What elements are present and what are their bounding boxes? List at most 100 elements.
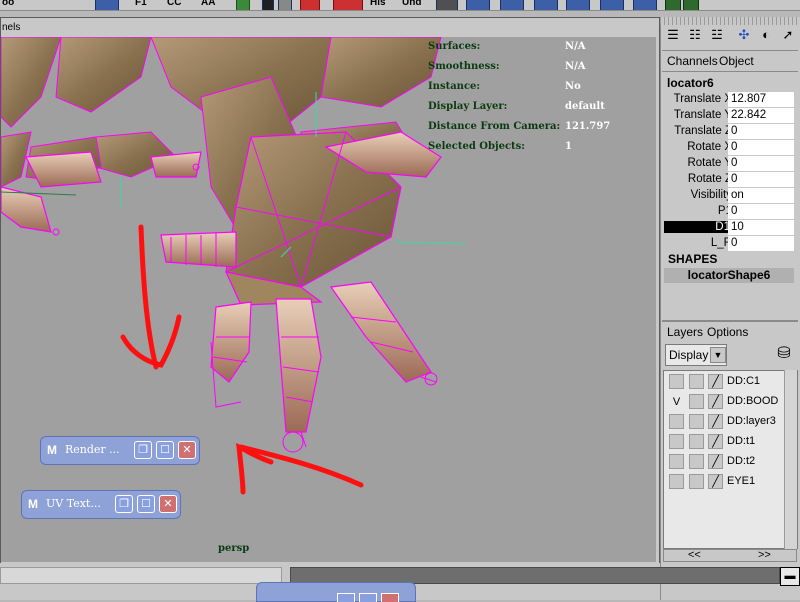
chevron-down-icon[interactable]: ▼ xyxy=(710,347,726,363)
toolbar-tool-icon[interactable] xyxy=(95,0,119,10)
attr-value-field[interactable]: 22.842 xyxy=(728,108,794,123)
menu-object[interactable]: Object xyxy=(719,54,754,68)
channel-box-list-icon[interactable]: ☰ xyxy=(664,26,682,44)
attr-visibility[interactable]: Visibility on xyxy=(664,188,794,204)
maximize-button[interactable]: ☐ xyxy=(137,495,155,513)
attr-value-field[interactable]: 0 xyxy=(728,204,794,219)
toolbar-button-oo[interactable]: oo xyxy=(2,0,14,9)
toolbar-button-cc[interactable]: CC xyxy=(167,0,181,9)
close-button[interactable]: ✕ xyxy=(178,441,196,459)
move-tool-icon[interactable]: ➚ xyxy=(779,26,797,44)
attr-translate-y[interactable]: Translate Y 22.842 xyxy=(664,108,794,124)
display-select[interactable]: Display ▼ xyxy=(665,344,727,366)
attr-value-field[interactable]: 0 xyxy=(728,124,794,139)
toolbar-tool-icon[interactable] xyxy=(436,0,458,10)
toolbar-green-icon[interactable] xyxy=(236,0,250,10)
layer-row[interactable]: ╱ DD:t1 xyxy=(667,433,795,451)
toolbar-button-history[interactable]: His xyxy=(370,0,386,9)
layer-display-type-toggle[interactable]: ╱ xyxy=(708,394,723,409)
attr-p1[interactable]: P1 0 xyxy=(664,204,794,220)
channel-box-layers-icon[interactable]: ☳ xyxy=(708,26,726,44)
layer-row[interactable]: V ╱ DD:BOOD xyxy=(667,393,795,411)
menu-channels[interactable]: Channels xyxy=(667,54,718,68)
layer-visibility-toggle[interactable]: V xyxy=(669,394,684,409)
attr-rotate-x[interactable]: Rotate X0 xyxy=(664,140,794,156)
panel-grip[interactable] xyxy=(660,17,800,25)
attr-value-field[interactable]: 12.807 xyxy=(728,92,794,107)
layer-display-type-toggle[interactable]: ╱ xyxy=(708,374,723,389)
uv-texture-window[interactable]: M UV Text... ❐ ☐ ✕ xyxy=(21,490,181,519)
close-button[interactable] xyxy=(381,593,399,602)
toolbar-render-icon[interactable] xyxy=(333,0,363,10)
attr-value-field[interactable]: on xyxy=(728,188,794,203)
layer-playback-toggle[interactable] xyxy=(689,474,704,489)
panel-menu-label[interactable]: nels xyxy=(0,19,20,36)
layer-display-type-toggle[interactable]: ╱ xyxy=(708,474,723,489)
layer-row[interactable]: ╱ DD:layer3 xyxy=(667,413,795,431)
attr-value-field[interactable]: 0 xyxy=(728,140,794,155)
attr-rotate-y[interactable]: Rotate Y0 xyxy=(664,156,794,172)
layer-row[interactable]: ╱ DD:t2 xyxy=(667,453,795,471)
object-name[interactable]: locator6 xyxy=(664,76,794,92)
axis-icon[interactable]: ✣ xyxy=(735,26,753,44)
layer-visibility-toggle[interactable] xyxy=(669,454,684,469)
shading-sphere-icon[interactable]: ◐ xyxy=(757,26,775,44)
attr-value-field[interactable]: 10 xyxy=(728,220,794,235)
layer-playback-toggle[interactable] xyxy=(689,434,704,449)
toolbar-button-aa[interactable]: AA xyxy=(201,0,215,9)
toolbar-shelf-icon[interactable] xyxy=(633,0,657,10)
shape-name[interactable]: locatorShape6 xyxy=(664,268,794,283)
toolbar-green-icon[interactable] xyxy=(683,0,699,10)
attr-l-r[interactable]: L_R 0 xyxy=(664,236,794,252)
layer-playback-toggle[interactable] xyxy=(689,414,704,429)
layer-visibility-toggle[interactable] xyxy=(669,474,684,489)
perspective-viewport[interactable]: Surfaces: N/A Smoothness: N/A Instance: … xyxy=(1,37,656,562)
maximize-button[interactable]: ☐ xyxy=(156,441,174,459)
layer-playback-toggle[interactable] xyxy=(689,394,704,409)
attr-rotate-z[interactable]: Rotate Z0 xyxy=(664,172,794,188)
attr-value-field[interactable]: 0 xyxy=(728,172,794,187)
toolbar-shelf-icon[interactable] xyxy=(534,0,558,10)
layer-row[interactable]: ╱ EYE1 xyxy=(667,473,795,491)
playback-options-icon[interactable]: ▬ xyxy=(780,567,800,586)
attr-translate-x[interactable]: Translate X 12.807 xyxy=(664,92,794,108)
attribute-list-icon[interactable]: ☷ xyxy=(686,26,704,44)
layer-display-type-toggle[interactable]: ╱ xyxy=(708,434,723,449)
restore-button[interactable]: ❐ xyxy=(134,441,152,459)
attr-translate-z[interactable]: Translate Z0 xyxy=(664,124,794,140)
new-layer-icon[interactable]: ⛁ xyxy=(773,344,795,364)
attr-value-field[interactable]: 0 xyxy=(728,156,794,171)
menu-options[interactable]: Options xyxy=(707,325,748,339)
toolbar-shelf-icon[interactable] xyxy=(566,0,590,10)
menu-layers[interactable]: Layers xyxy=(667,325,703,339)
restore-button[interactable] xyxy=(337,593,355,602)
layer-visibility-toggle[interactable] xyxy=(669,434,684,449)
toolbar-dot-icon[interactable] xyxy=(262,0,274,10)
layer-visibility-toggle[interactable] xyxy=(669,374,684,389)
render-window[interactable]: M Render ... ❐ ☐ ✕ xyxy=(40,436,200,465)
layer-playback-toggle[interactable] xyxy=(689,454,704,469)
layer-display-type-toggle[interactable]: ╱ xyxy=(708,414,723,429)
toolbar-button-f1[interactable]: F1 xyxy=(135,0,147,9)
minimized-window[interactable] xyxy=(256,582,416,602)
attr-d1[interactable]: D1 10 xyxy=(664,220,794,236)
panel-splitter[interactable] xyxy=(662,320,798,322)
close-button[interactable]: ✕ xyxy=(159,495,177,513)
toolbar-shelf-icon[interactable] xyxy=(466,0,490,10)
toolbar-shelf-icon[interactable] xyxy=(600,0,624,10)
restore-button[interactable]: ❐ xyxy=(115,495,133,513)
layer-visibility-toggle[interactable] xyxy=(669,414,684,429)
time-slider[interactable] xyxy=(0,567,282,584)
prev-layer-button[interactable]: << xyxy=(688,549,701,561)
toolbar-green-icon[interactable] xyxy=(665,0,681,10)
attr-value-field[interactable]: 0 xyxy=(728,236,794,251)
layer-list-scrollbar[interactable] xyxy=(784,370,797,549)
toolbar-red-icon[interactable] xyxy=(300,0,320,10)
toolbar-button-undo[interactable]: Und xyxy=(402,0,421,9)
layer-row[interactable]: ╱ DD:C1 xyxy=(667,373,795,391)
layer-playback-toggle[interactable] xyxy=(689,374,704,389)
toolbar-shelf-icon[interactable] xyxy=(500,0,524,10)
layer-display-type-toggle[interactable]: ╱ xyxy=(708,454,723,469)
toolbar-vertex-icon[interactable] xyxy=(278,0,292,10)
next-layer-button[interactable]: >> xyxy=(758,549,771,561)
